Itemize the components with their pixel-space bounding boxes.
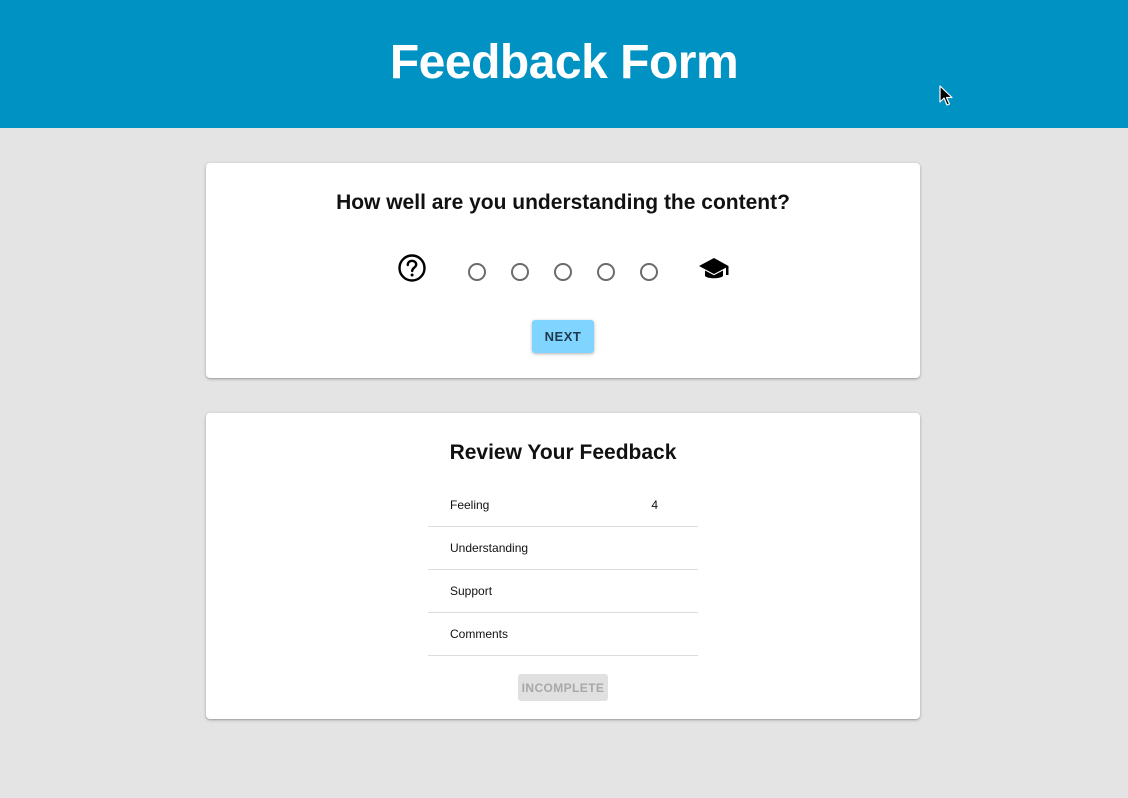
rating-scale — [206, 251, 920, 287]
rating-option-4[interactable] — [597, 263, 615, 281]
rating-option-3[interactable] — [554, 263, 572, 281]
question-card: How well are you understanding the conte… — [206, 163, 920, 378]
review-list: Feeling 4 Understanding Support Comments — [428, 483, 698, 656]
rating-option-2[interactable] — [511, 263, 529, 281]
help-circle-icon — [398, 254, 426, 282]
review-row-label: Support — [450, 584, 493, 598]
graduation-cap-icon — [699, 258, 729, 279]
review-card: Review Your Feedback Feeling 4 Understan… — [206, 413, 920, 719]
rating-option-5[interactable] — [640, 263, 658, 281]
review-row-label: Understanding — [450, 541, 529, 555]
review-row-support: Support — [428, 570, 698, 613]
incomplete-button: INCOMPLETE — [518, 674, 608, 701]
rating-option-1[interactable] — [468, 263, 486, 281]
page-title: Feedback Form — [389, 35, 739, 89]
review-row-value: 4 — [651, 497, 658, 512]
review-title: Review Your Feedback — [449, 441, 677, 464]
mouse-cursor-icon — [939, 85, 953, 106]
review-row-feeling: Feeling 4 — [428, 483, 698, 527]
review-row-label: Feeling — [450, 497, 490, 512]
review-row-label: Comments — [450, 627, 509, 641]
next-button[interactable]: NEXT — [532, 320, 594, 353]
app-header: Feedback Form — [0, 0, 1128, 128]
question-text: How well are you understanding the conte… — [336, 191, 790, 214]
review-row-comments: Comments — [428, 613, 698, 656]
review-row-understanding: Understanding — [428, 527, 698, 570]
